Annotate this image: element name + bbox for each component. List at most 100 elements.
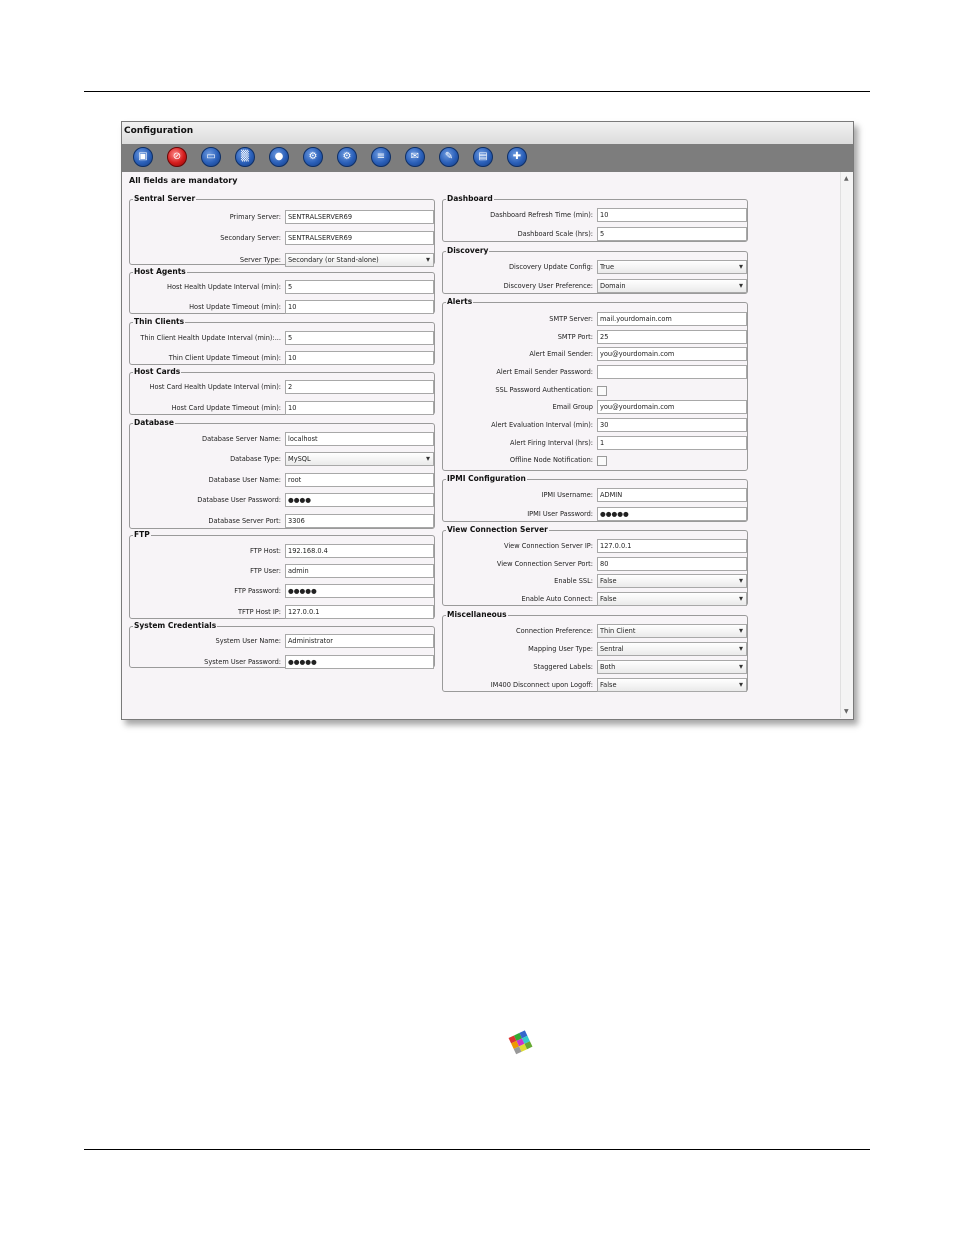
dashboard-refresh-time-min-input[interactable]: 10	[597, 208, 747, 222]
thin-client-update-timeout-min-label: Thin Client Update Timeout (min):	[168, 354, 281, 362]
group-title: Host Cards	[133, 367, 182, 377]
smtp-server-label: SMTP Server:	[549, 315, 593, 323]
ipmi-user-password-input[interactable]: ●●●●●	[597, 507, 747, 521]
enable-ssl-select[interactable]: False	[597, 574, 747, 588]
form-row: Discovery Update Config: True	[443, 260, 747, 275]
form-row: View Connection Server Port: 80	[443, 557, 747, 572]
view-connection-server-group: View Connection Server View Connection Se…	[442, 525, 748, 607]
form-row: Database User Password: ●●●●	[130, 493, 434, 508]
discovery-user-preference-label: Discovery User Preference:	[503, 282, 593, 290]
enable-auto-connect-select[interactable]: False	[597, 592, 747, 606]
alert-email-sender-password-input[interactable]	[597, 365, 747, 379]
smtp-server-input[interactable]: mail.yourdomain.com	[597, 312, 747, 326]
smtp-port-input[interactable]: 25	[597, 330, 747, 344]
scroll-down-icon[interactable]: ▼	[844, 708, 849, 715]
form-row: Offline Node Notification:	[443, 453, 747, 468]
dashboard-scale-hrs-input[interactable]: 5	[597, 227, 747, 241]
host-card-update-timeout-min-label: Host Card Update Timeout (min):	[171, 404, 281, 412]
view-connection-server-ip-input[interactable]: 127.0.0.1	[597, 539, 747, 553]
alert-evaluation-interval-min-input[interactable]: 30	[597, 418, 747, 432]
host-health-update-interval-min-label: Host Health Update Interval (min):	[167, 283, 281, 291]
ssl-password-authentication-checkbox[interactable]	[597, 386, 607, 396]
discovery-user-preference-select[interactable]: Domain	[597, 279, 747, 293]
database-user-name-label: Database User Name:	[208, 476, 281, 484]
database-user-password-input[interactable]: ●●●●	[285, 493, 434, 507]
group-title: Host Agents	[133, 267, 187, 277]
database-server-name-input[interactable]: localhost	[285, 432, 434, 446]
view-connection-server-ip-label: View Connection Server IP:	[503, 542, 593, 550]
form-row: SMTP Server: mail.yourdomain.com	[443, 312, 747, 327]
ftp-password-input[interactable]: ●●●●●	[285, 584, 434, 598]
form-row: SSL Password Authentication:	[443, 383, 747, 398]
lock-button[interactable]: ▤	[473, 147, 493, 167]
form-row: View Connection Server IP: 127.0.0.1	[443, 539, 747, 554]
add-user-button[interactable]: ✚	[507, 147, 527, 167]
vertical-scrollbar[interactable]: ▲ ▼	[840, 172, 853, 718]
form-row: Alert Firing Interval (hrs): 1	[443, 436, 747, 451]
database-user-name-input[interactable]: root	[285, 473, 434, 487]
window-titlebar: Configuration	[122, 122, 853, 145]
users-button[interactable]: ●	[269, 147, 289, 167]
form-row: IPMI User Password: ●●●●●	[443, 507, 747, 522]
tftp-host-ip-label: TFTP Host IP:	[237, 608, 281, 616]
form-row: Database User Name: root	[130, 473, 434, 488]
server-type-select[interactable]: Secondary (or Stand-alone)	[285, 253, 434, 267]
form-row: Host Update Timeout (min): 10	[130, 300, 434, 315]
mapping-user-type-select[interactable]: Sentral	[597, 642, 747, 656]
cancel-button[interactable]: ⊘	[167, 147, 187, 167]
form-row: Enable Auto Connect: False	[443, 592, 747, 607]
tftp-host-ip-input[interactable]: 127.0.0.1	[285, 605, 434, 619]
ipmi-username-input[interactable]: ADMIN	[597, 488, 747, 502]
window-button[interactable]: ▭	[201, 147, 221, 167]
thin-client-update-timeout-min-input[interactable]: 10	[285, 351, 434, 365]
email-group-input[interactable]: you@yourdomain.com	[597, 400, 747, 414]
host-agents-group: Host Agents Host Health Update Interval (…	[129, 267, 435, 315]
database-button[interactable]: ≡	[371, 147, 391, 167]
save-button[interactable]: ▣	[133, 147, 153, 167]
ftp-user-label: FTP User:	[250, 567, 281, 575]
host-update-timeout-min-input[interactable]: 10	[285, 300, 434, 314]
scroll-up-icon[interactable]: ▲	[844, 175, 849, 182]
ftp-user-input[interactable]: admin	[285, 564, 434, 578]
primary-server-input[interactable]: SENTRALSERVER69	[285, 210, 434, 224]
email-group-label: Email Group	[552, 403, 593, 411]
gear-button[interactable]: ⚙	[303, 147, 323, 167]
form-row: FTP User: admin	[130, 564, 434, 579]
ipmi-username-label: IPMI Username:	[541, 491, 594, 499]
color-grid-icon	[508, 1030, 533, 1055]
discovery-group: DiscoveryDiscovery Update Config:TrueDis…	[442, 246, 748, 294]
email-icon: ✉	[410, 151, 420, 162]
staggered-labels-select[interactable]: Both	[597, 660, 747, 674]
enable-ssl-label: Enable SSL:	[554, 577, 593, 585]
connection-preference-label: Connection Preference:	[516, 627, 593, 635]
view-connection-server-port-input[interactable]: 80	[597, 557, 747, 571]
im400-disconnect-upon-logoff-select[interactable]: False	[597, 678, 747, 692]
secondary-server-input[interactable]: SENTRALSERVER69	[285, 231, 434, 245]
database-server-port-input[interactable]: 3306	[285, 514, 434, 528]
system-user-password-input[interactable]: ●●●●●	[285, 655, 434, 669]
form-row: Enable SSL: False	[443, 574, 747, 589]
email-button[interactable]: ✉	[405, 147, 425, 167]
database-type-select[interactable]: MySQL	[285, 452, 434, 466]
host-card-health-update-interval-min-input[interactable]: 2	[285, 380, 434, 394]
database-server-name-label: Database Server Name:	[202, 435, 281, 443]
ftp-host-input[interactable]: 192.168.0.4	[285, 544, 434, 558]
database-type-label: Database Type:	[230, 455, 281, 463]
tools-button[interactable]: ✎	[439, 147, 459, 167]
gear-alt-button[interactable]: ⚙	[337, 147, 357, 167]
color-grid-button[interactable]: ▒	[235, 147, 255, 167]
group-title: View Connection Server	[446, 525, 549, 535]
discovery-update-config-select[interactable]: True	[597, 260, 747, 274]
thin-client-health-update-interval-min-input[interactable]: 5	[285, 331, 434, 345]
form-row: IPMI Username: ADMIN	[443, 488, 747, 503]
form-row: Dashboard Scale (hrs): 5	[443, 227, 747, 242]
connection-preference-select[interactable]: Thin Client	[597, 624, 747, 638]
host-health-update-interval-min-input[interactable]: 5	[285, 280, 434, 294]
database-group: Database Database Server Name: localhost Da…	[129, 418, 435, 529]
alert-firing-interval-hrs-input[interactable]: 1	[597, 436, 747, 450]
form-row: Host Health Update Interval (min): 5	[130, 280, 434, 295]
system-user-name-input[interactable]: Administrator	[285, 634, 434, 648]
host-card-update-timeout-min-input[interactable]: 10	[285, 401, 434, 415]
alert-email-sender-input[interactable]: you@yourdomain.com	[597, 347, 747, 361]
offline-node-notification-checkbox[interactable]	[597, 456, 607, 466]
